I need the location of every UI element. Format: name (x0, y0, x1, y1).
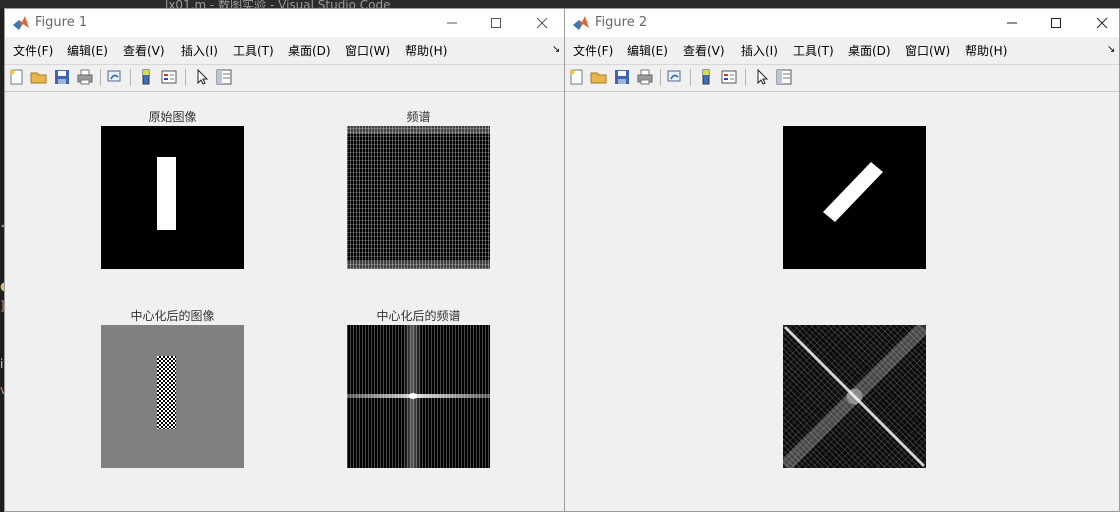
insert-legend-icon[interactable] (720, 68, 738, 86)
property-inspector-icon[interactable] (775, 68, 793, 86)
menu-overflow-icon[interactable]: ↘ (1107, 44, 1115, 55)
spectrum-edge (347, 261, 490, 269)
close-button[interactable] (1092, 13, 1112, 33)
menu-window[interactable]: 窗口(W) (345, 42, 390, 59)
maximize-icon (491, 18, 501, 28)
menu-file[interactable]: 文件(F) (13, 42, 53, 59)
window-title: Figure 2 (595, 15, 648, 30)
spectrum-diagonal-lines (780, 322, 929, 471)
plot-spectrum[interactable] (347, 126, 490, 269)
menu-file[interactable]: 文件(F) (573, 42, 613, 59)
minimize-button[interactable] (442, 13, 462, 33)
menu-help[interactable]: 帮助(H) (405, 42, 447, 59)
toolbar-separator (130, 69, 131, 86)
save-icon[interactable] (613, 68, 631, 86)
menu-edit[interactable]: 编辑(E) (627, 42, 668, 59)
figure-toolbar (5, 64, 564, 92)
background-glyph: i (0, 357, 4, 371)
figure-1-titlebar[interactable]: Figure 1 (5, 9, 564, 37)
toolbar-separator (185, 69, 186, 86)
toolbar-separator (660, 69, 661, 86)
maximize-button[interactable] (486, 13, 506, 33)
property-inspector-icon[interactable] (215, 68, 233, 86)
menu-desktop[interactable]: 桌面(D) (848, 42, 891, 59)
menu-overflow-icon[interactable]: ↘ (552, 44, 560, 55)
white-rectangle (157, 157, 176, 230)
menu-desktop[interactable]: 桌面(D) (288, 42, 331, 59)
menu-bar: 文件(F) 编辑(E) 查看(V) 插入(I) 工具(T) 桌面(D) 窗口(W… (5, 38, 564, 62)
open-file-icon[interactable] (30, 68, 48, 86)
close-icon (1096, 17, 1108, 29)
figure-1-window: Figure 1 文件(F) 编辑(E) 查看(V) 插入(I) 工具(T) 桌… (4, 8, 565, 512)
new-figure-icon[interactable] (568, 68, 586, 86)
spectrum-dc-point (409, 393, 417, 399)
matlab-logo-icon (573, 16, 589, 30)
toolbar-separator (100, 69, 101, 86)
link-plot-icon[interactable] (666, 68, 684, 86)
minimize-icon (447, 22, 457, 24)
menu-help[interactable]: 帮助(H) (965, 42, 1007, 59)
axes-title-original: 原始图像 (148, 110, 197, 124)
close-icon (536, 17, 548, 29)
matlab-logo-icon (13, 16, 29, 30)
insert-colorbar-icon[interactable] (697, 68, 715, 86)
figure-2-titlebar[interactable]: Figure 2 (565, 9, 1119, 37)
menu-insert[interactable]: 插入(I) (741, 42, 778, 59)
close-button[interactable] (532, 13, 552, 33)
minimize-icon (1007, 22, 1017, 24)
plot-original-image[interactable] (101, 126, 244, 269)
plot-rotated-spectrum[interactable] (780, 322, 929, 471)
insert-legend-icon[interactable] (160, 68, 178, 86)
print-icon[interactable] (76, 68, 94, 86)
minimize-button[interactable] (1002, 13, 1022, 33)
menu-bar: 文件(F) 编辑(E) 查看(V) 插入(I) 工具(T) 桌面(D) 窗口(W… (565, 38, 1119, 62)
figure-toolbar (565, 64, 1119, 92)
link-plot-icon[interactable] (106, 68, 124, 86)
menu-insert[interactable]: 插入(I) (181, 42, 218, 59)
edit-plot-icon[interactable] (193, 68, 211, 86)
rotated-rectangle-shape (823, 162, 883, 222)
menu-view[interactable]: 查看(V) (123, 42, 165, 59)
insert-colorbar-icon[interactable] (137, 68, 155, 86)
spectrum-horizontal-line (347, 394, 490, 398)
menu-tools[interactable]: 工具(T) (793, 42, 834, 59)
axes-title-centered-image: 中心化后的图像 (130, 309, 215, 323)
axes-title-spectrum: 频谱 (406, 110, 431, 124)
menu-tools[interactable]: 工具(T) (233, 42, 274, 59)
spectrum-edge (347, 126, 490, 134)
print-icon[interactable] (636, 68, 654, 86)
axes-title-centered-spectrum: 中心化后的频谱 (376, 309, 461, 323)
toolbar-separator (745, 69, 746, 86)
plot-rotated-image[interactable] (783, 126, 926, 269)
menu-window[interactable]: 窗口(W) (905, 42, 950, 59)
checkerboard-rectangle (157, 356, 176, 429)
menu-view[interactable]: 查看(V) (683, 42, 725, 59)
edit-plot-icon[interactable] (753, 68, 771, 86)
new-figure-icon[interactable] (8, 68, 26, 86)
figure-2-window: Figure 2 文件(F) 编辑(E) 查看(V) 插入(I) 工具(T) 桌… (564, 8, 1120, 512)
maximize-icon (1051, 18, 1061, 28)
maximize-button[interactable] (1046, 13, 1066, 33)
plot-centered-spectrum[interactable] (347, 325, 490, 468)
toolbar-separator (690, 69, 691, 86)
plot-centered-image[interactable] (101, 325, 244, 468)
window-title: Figure 1 (35, 15, 88, 30)
save-icon[interactable] (53, 68, 71, 86)
open-file-icon[interactable] (590, 68, 608, 86)
menu-edit[interactable]: 编辑(E) (67, 42, 108, 59)
